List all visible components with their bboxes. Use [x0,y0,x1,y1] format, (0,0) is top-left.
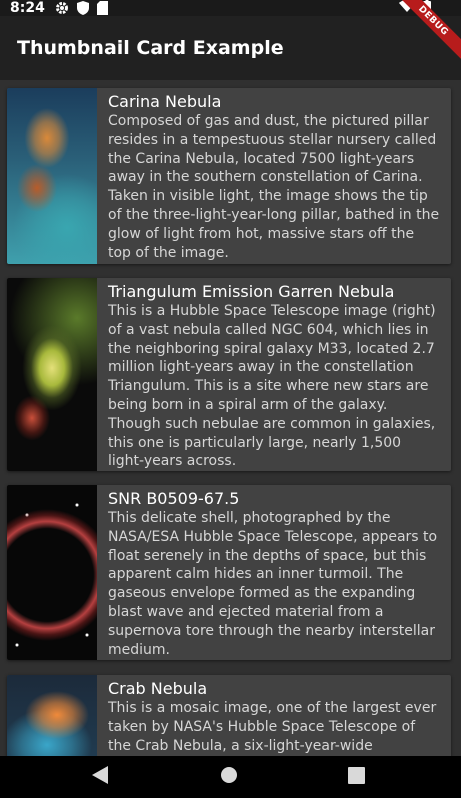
home-button[interactable] [209,756,249,798]
card-thumbnail [7,675,97,756]
status-bar: 8:24 [0,0,461,16]
battery-icon [423,0,431,17]
home-icon [220,766,238,788]
wifi-icon [399,0,415,16]
shield-icon [76,1,89,15]
screen: 8:24 Thumbnail Card Example DEBUG Carina… [0,0,461,798]
card-body: SNR B0509-67.5 This delicate shell, phot… [97,485,451,660]
settings-icon [55,1,69,15]
card-thumbnail [7,485,97,660]
sd-card-icon [96,1,108,15]
recents-icon [347,766,365,788]
card-description: Composed of gas and dust, the pictured p… [108,113,440,261]
card-title: Crab Nebula [108,679,208,698]
card-body: Triangulum Emission Garren Nebula This i… [97,278,451,471]
card-description: This delicate shell, photographed by the… [108,510,438,658]
card-body: Crab Nebula This is a mosaic image, one … [97,675,451,756]
page-title: Thumbnail Card Example [17,37,284,59]
app-bar: Thumbnail Card Example [0,16,461,80]
card-thumbnail [7,278,97,471]
card-snr-b0509[interactable]: SNR B0509-67.5 This delicate shell, phot… [7,485,451,660]
status-right [399,0,431,16]
card-description: This is a mosaic image, one of the large… [108,700,437,754]
recents-button[interactable] [336,756,376,798]
card-crab-nebula[interactable]: Crab Nebula This is a mosaic image, one … [7,675,451,756]
card-title: Carina Nebula [108,92,222,111]
card-list[interactable]: Carina Nebula Composed of gas and dust, … [0,80,461,756]
card-title: Triangulum Emission Garren Nebula [108,282,395,301]
status-time: 8:24 [10,0,45,16]
back-button[interactable] [80,756,120,798]
card-description: This is a Hubble Space Telescope image (… [108,303,436,470]
back-icon [92,766,108,788]
card-thumbnail [7,88,97,264]
card-title: SNR B0509-67.5 [108,489,240,508]
card-carina-nebula[interactable]: Carina Nebula Composed of gas and dust, … [7,88,451,264]
card-body: Carina Nebula Composed of gas and dust, … [97,88,451,264]
card-triangulum-nebula[interactable]: Triangulum Emission Garren Nebula This i… [7,278,451,471]
navigation-bar [0,756,461,798]
